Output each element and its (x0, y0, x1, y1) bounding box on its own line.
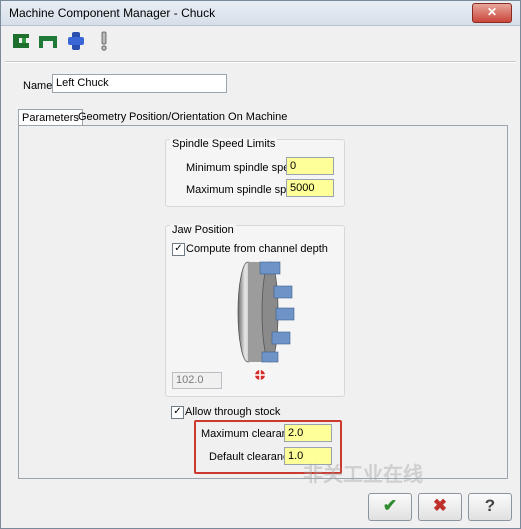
min-spindle-value: 0 (290, 160, 297, 172)
spindle-speed-title: Spindle Speed Limits (170, 138, 278, 150)
toolbar-separator (5, 61, 516, 63)
chuck-diagram (237, 261, 295, 382)
min-spindle-input[interactable]: 0 (286, 157, 334, 175)
spindle-icon[interactable] (65, 30, 87, 52)
max-spindle-value: 5000 (290, 182, 315, 194)
through-stock-checkbox[interactable]: ✓ (171, 406, 184, 419)
close-button[interactable]: ✕ (472, 3, 512, 23)
jaw-position-title: Jaw Position (170, 224, 236, 236)
warning-icon[interactable] (93, 30, 115, 52)
chuck-dialog-window: Machine Component Manager - Chuck ✕ Name… (0, 0, 521, 529)
compute-depth-label: Compute from channel depth (186, 243, 328, 255)
ok-button[interactable]: ✔ (368, 493, 412, 521)
name-field[interactable]: Left Chuck (52, 74, 227, 93)
spindle-speed-group: Spindle Speed Limits Minimum spindle spe… (165, 138, 345, 207)
max-spindle-input[interactable]: 5000 (286, 179, 334, 197)
compute-depth-checkbox[interactable]: ✓ (172, 243, 185, 256)
tab-geometry[interactable]: Geometry (75, 109, 129, 125)
help-button[interactable]: ? (468, 493, 512, 521)
default-clearance-value: 1.0 (288, 450, 304, 462)
max-clearance-value: 2.0 (288, 427, 304, 439)
watermark-text: 非关工业在线 (303, 464, 423, 486)
jaw-position-group: Jaw Position ✓ Compute from channel dept… (165, 224, 345, 397)
cancel-button[interactable]: ✖ (418, 493, 462, 521)
title-bar: Machine Component Manager - Chuck ✕ (1, 1, 520, 26)
name-value: Left Chuck (56, 77, 109, 89)
name-label: Name: (23, 80, 56, 92)
chuck-icon[interactable] (11, 30, 33, 52)
max-clearance-input[interactable]: 2.0 (284, 424, 332, 442)
jaws-icon[interactable] (37, 30, 59, 52)
through-stock-label: Allow through stock (185, 406, 281, 418)
window-title: Machine Component Manager - Chuck (9, 6, 216, 20)
jaw-depth-value: 102.0 (176, 374, 204, 386)
tab-position-orientation[interactable]: Position/Orientation On Machine (126, 109, 290, 125)
jaw-depth-field: 102.0 (172, 372, 222, 389)
